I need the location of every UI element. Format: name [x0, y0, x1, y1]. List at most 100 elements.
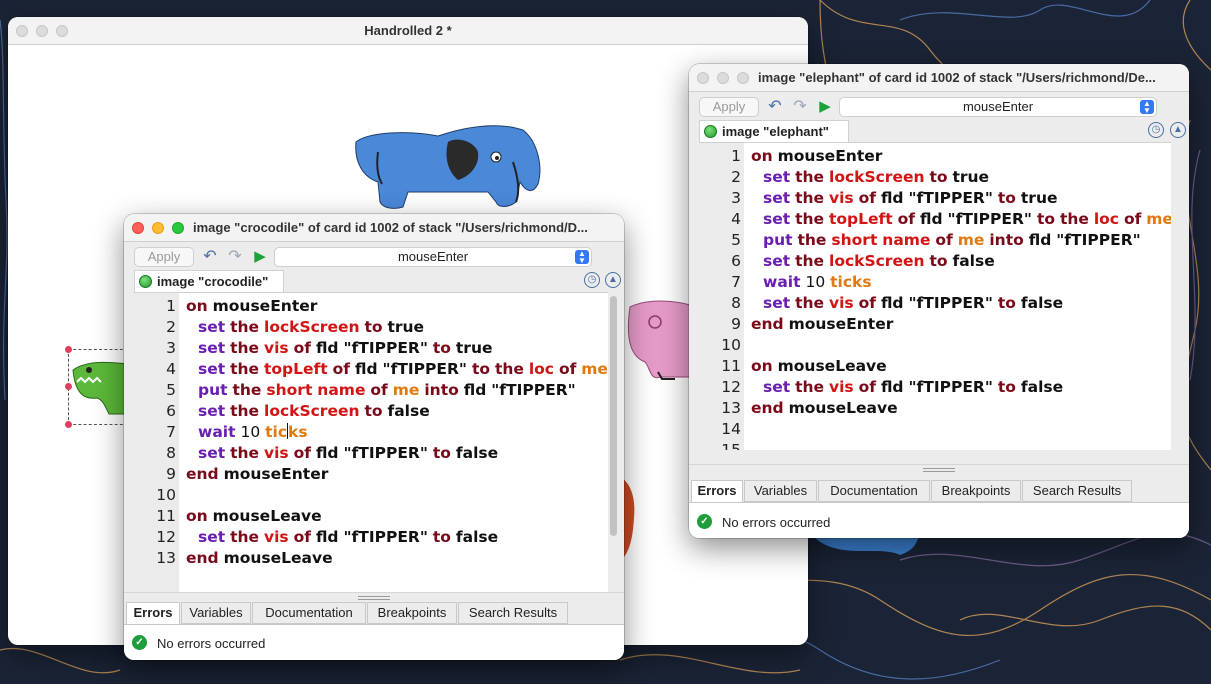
undo-icon[interactable]: ↶ — [765, 97, 785, 117]
collapse-up-icon[interactable]: ▲ — [1170, 122, 1186, 138]
success-check-icon: ✓ — [697, 514, 712, 529]
line-number: 7 — [731, 273, 741, 291]
object-tab[interactable]: image "crocodile" — [134, 270, 284, 292]
minimize-button[interactable] — [152, 222, 164, 234]
bottom-tabbar: Errors Variables Documentation Breakpoints S… — [689, 480, 1189, 502]
code-text: end mouseEnter — [186, 464, 328, 485]
tab-0[interactable]: Errors — [126, 602, 180, 624]
token: fld — [880, 189, 904, 207]
token: vis — [829, 378, 854, 396]
zoom-button[interactable] — [172, 222, 184, 234]
crocodile-image[interactable] — [69, 358, 129, 418]
line-number: 1 — [166, 297, 176, 315]
token: "fTIPPER" — [908, 189, 993, 207]
token: to — [1036, 210, 1055, 228]
token: true — [952, 168, 990, 186]
token: the — [230, 402, 260, 420]
token: to — [364, 402, 383, 420]
handler-select[interactable]: mouseEnter ▲ ▼ — [839, 97, 1157, 117]
code-editor[interactable]: 1 on mouseEnter 2 set the lockScreen to tru… — [699, 142, 1171, 450]
vertical-scrollbar[interactable] — [610, 296, 617, 536]
tab-4[interactable]: Search Results — [458, 602, 568, 624]
line-number: 13 — [721, 399, 741, 417]
handler-select-value: mouseEnter — [962, 99, 1034, 114]
tab-1[interactable]: Variables — [744, 480, 817, 502]
line-number: 8 — [731, 294, 741, 312]
token: the — [494, 360, 524, 378]
line-number: 4 — [166, 360, 176, 378]
tab-4[interactable]: Search Results — [1022, 480, 1132, 502]
zoom-button[interactable] — [737, 72, 749, 84]
minimize-button[interactable] — [717, 72, 729, 84]
line-number: 3 — [166, 339, 176, 357]
code-text: set the vis of fld "fTIPPER" to true — [763, 188, 1058, 209]
status-area: ✓ No errors occurred — [689, 502, 1189, 538]
elephant-image[interactable] — [348, 122, 548, 212]
run-icon[interactable]: ▶ — [250, 247, 270, 267]
close-button[interactable] — [132, 222, 144, 234]
token: of — [293, 339, 311, 357]
pane-splitter[interactable] — [689, 464, 1189, 474]
token: "fTIPPER" — [1056, 231, 1141, 249]
token: the — [232, 381, 262, 399]
clock-icon[interactable]: ◷ — [584, 272, 600, 288]
code-text: set the vis of fld "fTIPPER" to false — [763, 377, 1063, 398]
token: "fTIPPER" — [382, 360, 467, 378]
chevron-updown-icon: ▲ ▼ — [575, 250, 589, 265]
collapse-up-icon[interactable]: ▲ — [605, 272, 621, 288]
token: fld — [880, 294, 904, 312]
token: mouseLeave — [212, 507, 322, 525]
token: fld — [463, 381, 487, 399]
stack-titlebar[interactable]: Handrolled 2 * — [8, 17, 808, 45]
token: fld — [315, 528, 339, 546]
pink-animal-image[interactable] — [620, 297, 690, 387]
code-text: on mouseLeave — [186, 506, 322, 527]
token: the — [795, 294, 825, 312]
redo-icon[interactable]: ↷ — [790, 97, 810, 117]
token: mouseLeave — [223, 549, 333, 567]
selection-handle[interactable] — [65, 346, 72, 353]
tab-1[interactable]: Variables — [181, 602, 251, 624]
pane-splitter[interactable] — [124, 592, 624, 602]
token: true — [387, 318, 425, 336]
handler-select[interactable]: mouseEnter ▲ ▼ — [274, 247, 592, 267]
token: false — [455, 444, 499, 462]
token: tic — [265, 423, 288, 441]
chevron-updown-icon: ▲ ▼ — [1140, 100, 1154, 115]
token: the — [797, 231, 827, 249]
line-number: 12 — [156, 528, 176, 546]
tab-2[interactable]: Documentation — [818, 480, 930, 502]
token: false — [1020, 294, 1064, 312]
apply-button[interactable]: Apply — [134, 247, 194, 267]
object-tab[interactable]: image "elephant" — [699, 120, 849, 142]
token: of — [293, 528, 311, 546]
run-icon[interactable]: ▶ — [815, 97, 835, 117]
token: mouseEnter — [788, 315, 894, 333]
token: ks — [288, 423, 308, 441]
apply-button[interactable]: Apply — [699, 97, 759, 117]
code-editor[interactable]: 1 on mouseEnter 2 set the lockScreen to tru… — [134, 292, 608, 592]
token: the — [795, 252, 825, 270]
code-text: set the lockScreen to true — [198, 317, 424, 338]
tab-2[interactable]: Documentation — [252, 602, 366, 624]
selection-handle[interactable] — [65, 421, 72, 428]
crocodile-image-selection[interactable] — [65, 346, 129, 428]
editor-titlebar[interactable]: image "elephant" of card id 1002 of stac… — [689, 64, 1189, 92]
token: into — [424, 381, 459, 399]
tab-0[interactable]: Errors — [691, 480, 743, 502]
undo-icon[interactable]: ↶ — [200, 247, 220, 267]
code-text: end mouseLeave — [751, 398, 898, 419]
token: to — [432, 339, 451, 357]
tab-3[interactable]: Breakpoints — [931, 480, 1021, 502]
close-button[interactable] — [697, 72, 709, 84]
redo-icon[interactable]: ↷ — [225, 247, 245, 267]
token: 10 — [805, 273, 826, 291]
code-text: set the vis of fld "fTIPPER" to false — [198, 443, 498, 464]
editor-titlebar[interactable]: image "crocodile" of card id 1002 of sta… — [124, 214, 624, 242]
tab-3[interactable]: Breakpoints — [367, 602, 457, 624]
line-number: 11 — [156, 507, 176, 525]
clock-icon[interactable]: ◷ — [1148, 122, 1164, 138]
code-text: wait 10 ticks — [763, 272, 872, 293]
token: set — [198, 444, 226, 462]
line-number: 8 — [166, 444, 176, 462]
